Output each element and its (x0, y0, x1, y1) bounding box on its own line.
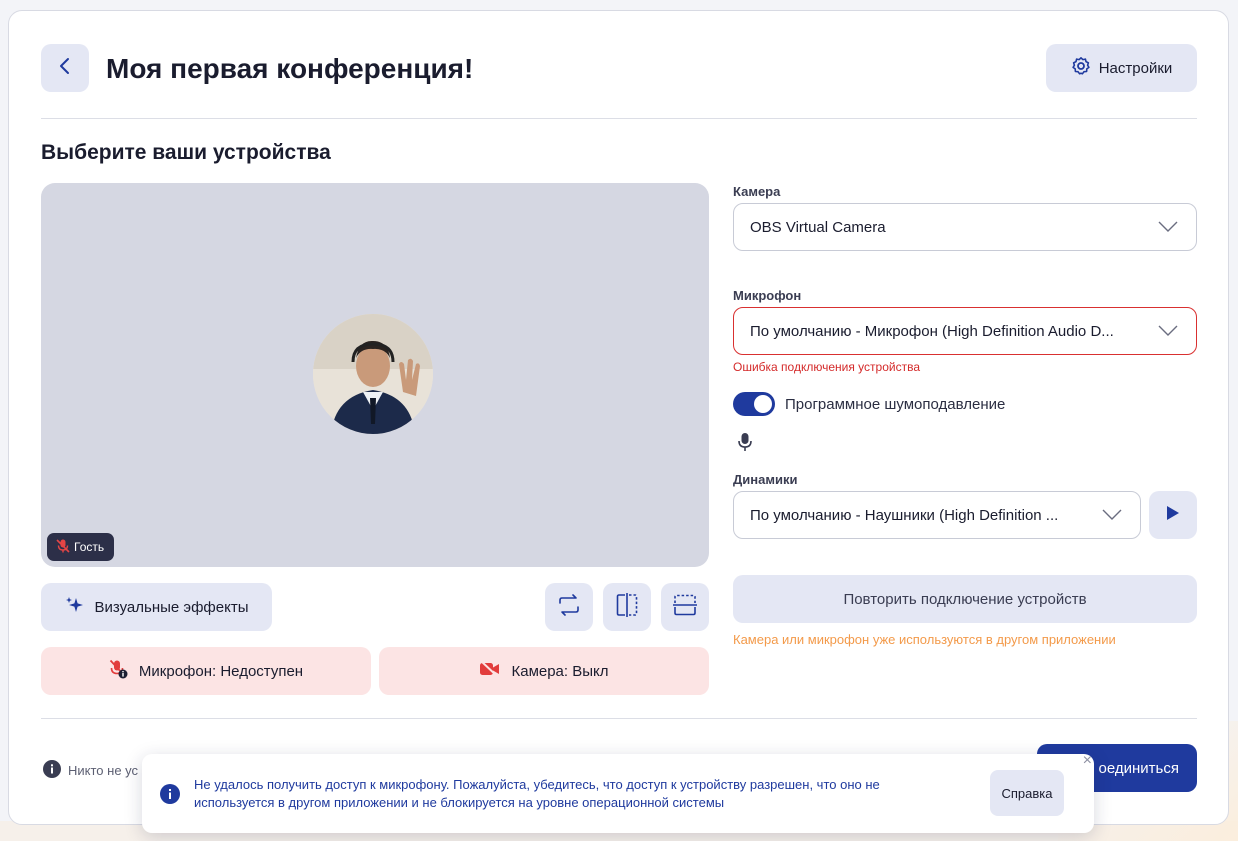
info-icon (160, 784, 180, 809)
help-button[interactable]: Справка (990, 770, 1064, 816)
camera-select[interactable]: OBS Virtual Camera (733, 203, 1197, 251)
mic-unavailable-icon (109, 659, 129, 683)
mic-status-label: Микрофон: Недоступен (138, 662, 304, 680)
header-divider (41, 118, 1197, 119)
mic-level-icon (737, 432, 753, 457)
speakers-select-value: По умолчанию - Наушники (High Definition… (750, 506, 1059, 524)
mic-label: Микрофон (733, 288, 802, 303)
avatar (313, 314, 433, 434)
info-icon (43, 760, 61, 781)
back-button[interactable] (41, 44, 89, 92)
speakers-label: Динамики (733, 472, 798, 487)
settings-label: Настройки (1098, 59, 1173, 77)
device-busy-warning: Камера или микрофон уже используются в д… (733, 632, 1116, 647)
camera-off-icon (479, 660, 501, 682)
chevron-left-icon (58, 56, 72, 81)
switch-camera-button[interactable] (545, 583, 593, 631)
mic-off-icon (55, 538, 71, 557)
mirror-vertical-button[interactable] (661, 583, 709, 631)
camera-status-label: Камера: Выкл (511, 662, 609, 680)
play-icon (1166, 505, 1180, 526)
noise-suppression-label: Программное шумоподавление (785, 395, 1006, 413)
retry-connection-button[interactable]: Повторить подключение устройств (733, 575, 1197, 623)
footer-info: Никто не ус (43, 760, 138, 781)
camera-status-button[interactable]: Камера: Выкл (379, 647, 709, 695)
noise-suppression-row: Программное шумоподавление (733, 392, 1005, 416)
section-title: Выберите ваши устройства (41, 141, 331, 164)
guest-badge: Гость (47, 533, 115, 561)
mirror-horizontal-button[interactable] (603, 583, 651, 631)
sparkles-icon (65, 595, 85, 619)
page-title: Моя первая конференция! (106, 53, 474, 84)
error-toast: Не удалось получить доступ к микрофону. … (142, 753, 1094, 833)
switch-arrows-icon (557, 593, 581, 621)
chevron-down-icon (1158, 220, 1178, 237)
mic-status-button[interactable]: Микрофон: Недоступен (41, 647, 371, 695)
test-speakers-button[interactable] (1149, 491, 1197, 539)
chevron-down-icon (1158, 324, 1178, 341)
guest-label: Гость (74, 540, 105, 554)
close-icon[interactable]: × (1083, 753, 1092, 769)
settings-button[interactable]: Настройки (1046, 44, 1197, 92)
mic-select-value: По умолчанию - Микрофон (High Definition… (750, 322, 1114, 340)
footer-divider (41, 718, 1197, 719)
flip-vertical-icon (673, 594, 697, 621)
join-label: оединиться (1098, 759, 1179, 777)
footer-info-text: Никто не ус (68, 763, 139, 778)
visual-effects-button[interactable]: Визуальные эффекты (41, 583, 272, 631)
video-preview: Гость (41, 183, 709, 567)
conference-setup-card: Моя первая конференция! Настройки Выбери… (8, 10, 1229, 825)
flip-horizontal-icon (616, 592, 638, 622)
mic-select[interactable]: По умолчанию - Микрофон (High Definition… (733, 307, 1197, 355)
chevron-down-icon (1102, 508, 1122, 525)
speakers-select[interactable]: По умолчанию - Наушники (High Definition… (733, 491, 1141, 539)
camera-select-value: OBS Virtual Camera (750, 218, 886, 236)
mic-error-text: Ошибка подключения устройства (733, 360, 921, 374)
visual-effects-label: Визуальные эффекты (94, 598, 249, 616)
toast-message: Не удалось получить доступ к микрофону. … (194, 777, 880, 810)
header: Моя первая конференция! Настройки (41, 44, 1197, 92)
gear-icon (1071, 56, 1091, 80)
noise-suppression-toggle[interactable] (733, 392, 775, 416)
camera-label: Камера (733, 184, 781, 199)
